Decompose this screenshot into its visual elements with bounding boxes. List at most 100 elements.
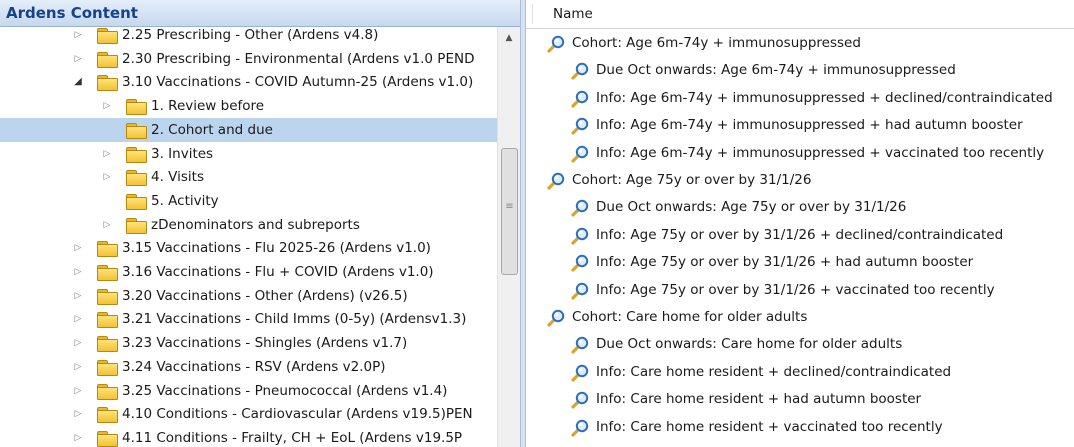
report-label: Info: Age 75y or over by 31/1/26 + decli… [596,226,1004,243]
search-report-icon [570,281,590,301]
report-row[interactable]: Info: Age 75y or over by 31/1/26 + vacci… [526,277,1074,304]
header-separator [532,4,533,24]
expand-arrow-icon[interactable]: ▷ [72,236,84,260]
folder-icon [97,28,118,44]
folder-icon [126,217,147,234]
tree-subfolder-row[interactable]: ▷ 3. Invites [0,142,497,166]
tree-subfolder-row[interactable]: ▷ 4. Visits [0,165,497,189]
expand-arrow-icon[interactable]: ▷ [72,260,84,284]
tree-scrollbar[interactable]: ▲ ≡ [497,27,520,447]
report-label: Due Oct onwards: Care home for older adu… [596,336,903,353]
report-row[interactable]: Info: Care home resident + declined/cont… [526,359,1074,386]
report-row[interactable]: Info: Care home resident + vaccinated to… [526,414,1074,441]
tree-folder-row[interactable]: ◢ 3.10 Vaccinations - COVID Autumn-25 (Ar… [0,70,497,94]
tree-folder-row[interactable]: ▷ 3.15 Vaccinations - Flu 2025-26 (Ardens… [0,236,497,260]
collapse-arrow-icon[interactable]: ◢ [72,70,84,94]
tree-item-label: 3.21 Vaccinations - Child Imms (0-5y) (A… [122,311,467,328]
report-label: Info: Care home resident + had autumn bo… [596,391,922,408]
folder-icon [97,75,118,92]
folder-icon [97,336,118,353]
report-label: Due Oct onwards: Age 6m-74y + immunosupp… [596,62,956,79]
search-report-icon [546,308,566,328]
report-label: Info: Care home resident + vaccinated to… [596,418,943,435]
expand-arrow-icon[interactable]: ▷ [72,379,84,403]
tree-item-label: 3.23 Vaccinations - Shingles (Ardens v1.… [122,335,408,352]
folder-icon [97,359,118,376]
report-label: Cohort: Care home for older adults [572,309,808,325]
tree-item-label: zDenominators and subreports [151,216,360,233]
tree-folder-row[interactable]: ▷ 4.11 Conditions - Frailty, CH + EoL (Ar… [0,426,497,447]
tree-folder-row[interactable]: ▷ 3.21 Vaccinations - Child Imms (0-5y) (… [0,307,497,331]
cohort-report-row[interactable]: Cohort: Care home for older adults [526,304,1074,331]
tree-subfolder-row[interactable]: ▷ zDenominators and subreports [0,213,497,237]
report-label: Cohort: Age 6m-74y + immunosuppressed [572,35,861,51]
tree-item-label: 2.25 Prescribing - Other (Ardens v4.8) [122,27,379,43]
expand-arrow-icon[interactable]: ▷ [101,213,113,237]
tree-folder-row[interactable]: ▷ 3.20 Vaccinations - Other (Ardens) (v26… [0,284,497,308]
folder-icon [97,51,118,68]
report-row[interactable]: Info: Age 75y or over by 31/1/26 + decli… [526,222,1074,249]
folder-icon [97,430,118,447]
report-row[interactable]: Info: Age 75y or over by 31/1/26 + had a… [526,249,1074,276]
panel-title: Ardens Content [0,0,520,27]
scrollbar-grip-icon: ≡ [505,201,514,212]
content-tree-panel: Ardens Content ▷ 2.25 Prescribing - Other… [0,0,522,447]
report-row[interactable]: Info: Age 6m-74y + immunosuppressed + ha… [526,112,1074,139]
tree-item-label: 3.15 Vaccinations - Flu 2025-26 (Ardens … [122,240,431,257]
expand-arrow-icon[interactable]: ▷ [72,284,84,308]
expand-arrow-icon[interactable]: ▷ [101,142,113,166]
tree-item-label: 2. Cohort and due [151,121,273,138]
expand-arrow-icon[interactable]: ▷ [72,331,84,355]
search-report-icon [546,34,566,54]
search-report-icon [570,116,590,136]
tree-folder-row[interactable]: ▷ 2.30 Prescribing - Environmental (Arden… [0,47,497,71]
column-header-name[interactable]: Name [553,0,593,28]
expand-arrow-icon[interactable]: ▷ [72,355,84,379]
expand-arrow-icon[interactable]: ▷ [72,426,84,447]
expand-arrow-icon[interactable]: ▷ [101,94,113,118]
tree-item-label: 5. Activity [151,192,219,209]
scroll-up-arrow-icon[interactable]: ▲ [498,33,520,43]
tree-folder-row[interactable]: ▷ 3.23 Vaccinations - Shingles (Ardens v1… [0,331,497,355]
tree-item-label: 4.11 Conditions - Frailty, CH + EoL (Ard… [122,429,463,446]
folder-icon [97,241,118,258]
folder-icon [97,407,118,424]
expand-arrow-icon[interactable]: ▷ [101,165,113,189]
tree-item-label: 4.10 Conditions - Cardiovascular (Ardens… [122,406,473,423]
tree-folder-row[interactable]: ▷ 3.16 Vaccinations - Flu + COVID (Ardens… [0,260,497,284]
report-row[interactable]: Due Oct onwards: Care home for older adu… [526,331,1074,358]
report-row[interactable]: Due Oct onwards: Age 6m-74y + immunosupp… [526,57,1074,84]
tree-item-label: 4. Visits [151,169,204,186]
search-report-icon [570,363,590,383]
tree-subfolder-row[interactable]: 2. Cohort and due [0,117,497,142]
expand-arrow-icon[interactable]: ▷ [72,47,84,71]
folder-icon [126,99,147,116]
scrollbar-thumb[interactable]: ≡ [501,148,518,275]
folder-icon [126,170,147,187]
tree-subfolder-row[interactable]: ▷ 1. Review before [0,94,497,118]
expand-arrow-icon[interactable]: ▷ [72,307,84,331]
folder-icon [126,146,147,163]
report-label: Info: Age 6m-74y + immunosuppressed + ha… [596,117,1023,134]
tree-item-label: 3.24 Vaccinations - RSV (Ardens v2.0P) [122,358,386,375]
search-report-icon [570,335,590,355]
report-row[interactable]: Info: Care home resident + had autumn bo… [526,386,1074,413]
tree-folder-row[interactable]: ▷ 2.25 Prescribing - Other (Ardens v4.8) [0,27,497,47]
search-report-icon [570,198,590,218]
search-report-icon [570,89,590,109]
report-row[interactable]: Info: Age 6m-74y + immunosuppressed + de… [526,85,1074,112]
tree-folder-row[interactable]: ▷ 3.24 Vaccinations - RSV (Ardens v2.0P) [0,355,497,379]
report-label: Info: Age 6m-74y + immunosuppressed + de… [596,89,1053,106]
report-row[interactable]: Due Oct onwards: Age 75y or over by 31/1… [526,194,1074,221]
content-tree: ▷ 2.25 Prescribing - Other (Ardens v4.8) ▷… [0,27,497,447]
cohort-report-row[interactable]: Cohort: Age 6m-74y + immunosuppressed [526,30,1074,57]
report-row[interactable]: Info: Age 6m-74y + immunosuppressed + va… [526,140,1074,167]
expand-arrow-icon[interactable]: ▷ [72,402,84,426]
tree-subfolder-row[interactable]: 5. Activity [0,189,497,213]
search-report-icon [570,418,590,438]
cohort-report-row[interactable]: Cohort: Age 75y or over by 31/1/26 [526,167,1074,194]
expand-arrow-icon[interactable]: ▷ [72,27,84,47]
tree-folder-row[interactable]: ▷ 4.10 Conditions - Cardiovascular (Arden… [0,402,497,426]
tree-folder-row[interactable]: ▷ 3.25 Vaccinations - Pneumococcal (Arden… [0,379,497,403]
report-label: Info: Care home resident + declined/cont… [596,363,952,380]
